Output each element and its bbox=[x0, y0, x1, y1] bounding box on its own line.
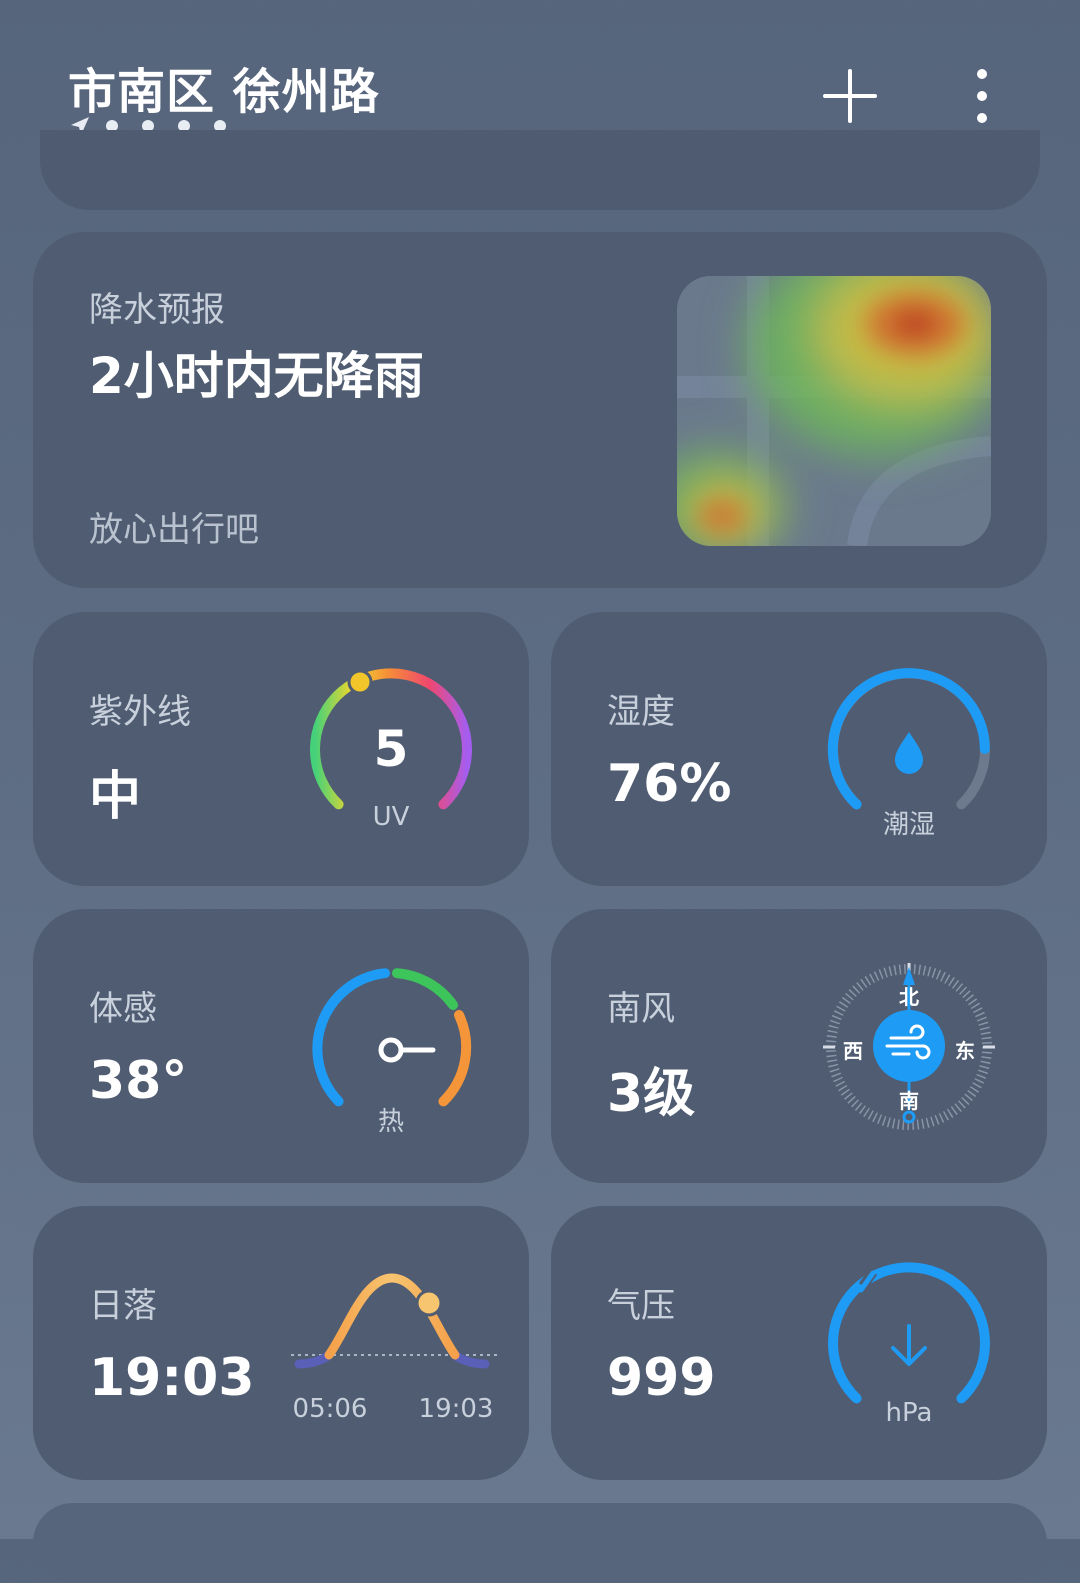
rain-forecast-card[interactable]: 降水预报 2小时内无降雨 放心出行吧 bbox=[33, 232, 1047, 588]
sunset-card[interactable]: 日落 19:03 05:06 19:03 bbox=[33, 1206, 529, 1480]
pressure-card[interactable]: 气压 999 hPa bbox=[551, 1206, 1047, 1480]
humidity-label: 湿度 bbox=[607, 692, 675, 732]
pressure-label: 气压 bbox=[607, 1286, 675, 1326]
feels-like-level: 热 bbox=[377, 1107, 404, 1137]
uv-card[interactable]: 紫外线 中 5 UV bbox=[33, 612, 529, 886]
uv-index: 5 bbox=[373, 720, 409, 778]
feels-like-value: 38° bbox=[89, 1051, 188, 1111]
sunset-label: 日落 bbox=[89, 1286, 157, 1326]
rain-label: 降水预报 bbox=[89, 290, 225, 330]
previous-card-edge bbox=[40, 130, 1040, 210]
radar-map-image bbox=[677, 276, 991, 546]
compass-west: 西 bbox=[843, 1039, 863, 1063]
humidity-level: 潮湿 bbox=[882, 810, 935, 840]
humidity-value: 76% bbox=[607, 754, 732, 814]
add-city-button[interactable] bbox=[820, 66, 880, 126]
pressure-value: 999 bbox=[607, 1348, 716, 1408]
uv-value: 中 bbox=[89, 767, 142, 827]
arrow-down-icon bbox=[891, 1324, 927, 1366]
sunset-value: 19:03 bbox=[89, 1348, 255, 1408]
water-drop-icon bbox=[895, 732, 923, 774]
sunrise-time: 05:06 bbox=[292, 1394, 368, 1424]
pressure-unit: hPa bbox=[885, 1398, 933, 1428]
humidity-card[interactable]: 湿度 76% 潮湿 bbox=[551, 612, 1047, 886]
uv-unit: UV bbox=[372, 802, 410, 832]
wind-value: 3级 bbox=[607, 1064, 696, 1124]
compass-north: 北 bbox=[899, 985, 919, 1009]
compass-east: 东 bbox=[955, 1039, 975, 1063]
rain-radar-map[interactable] bbox=[677, 276, 991, 546]
uv-label: 紫外线 bbox=[89, 692, 191, 732]
more-options-button[interactable] bbox=[962, 66, 1002, 126]
feels-like-card[interactable]: 体感 38° 热 bbox=[33, 909, 529, 1183]
location-title[interactable]: 市南区 徐州路 bbox=[68, 52, 380, 122]
sun-path-chart bbox=[291, 1273, 497, 1369]
wind-card[interactable]: 南风 3级 北 南 西 东 bbox=[551, 909, 1047, 1183]
feels-like-label: 体感 bbox=[89, 989, 157, 1029]
compass-south: 南 bbox=[899, 1089, 919, 1113]
next-card-edge bbox=[33, 1503, 1047, 1583]
rain-subtitle: 放心出行吧 bbox=[89, 510, 259, 550]
wind-label: 南风 bbox=[607, 989, 675, 1029]
rain-title: 2小时内无降雨 bbox=[89, 347, 424, 405]
sunset-time: 19:03 bbox=[418, 1394, 494, 1424]
